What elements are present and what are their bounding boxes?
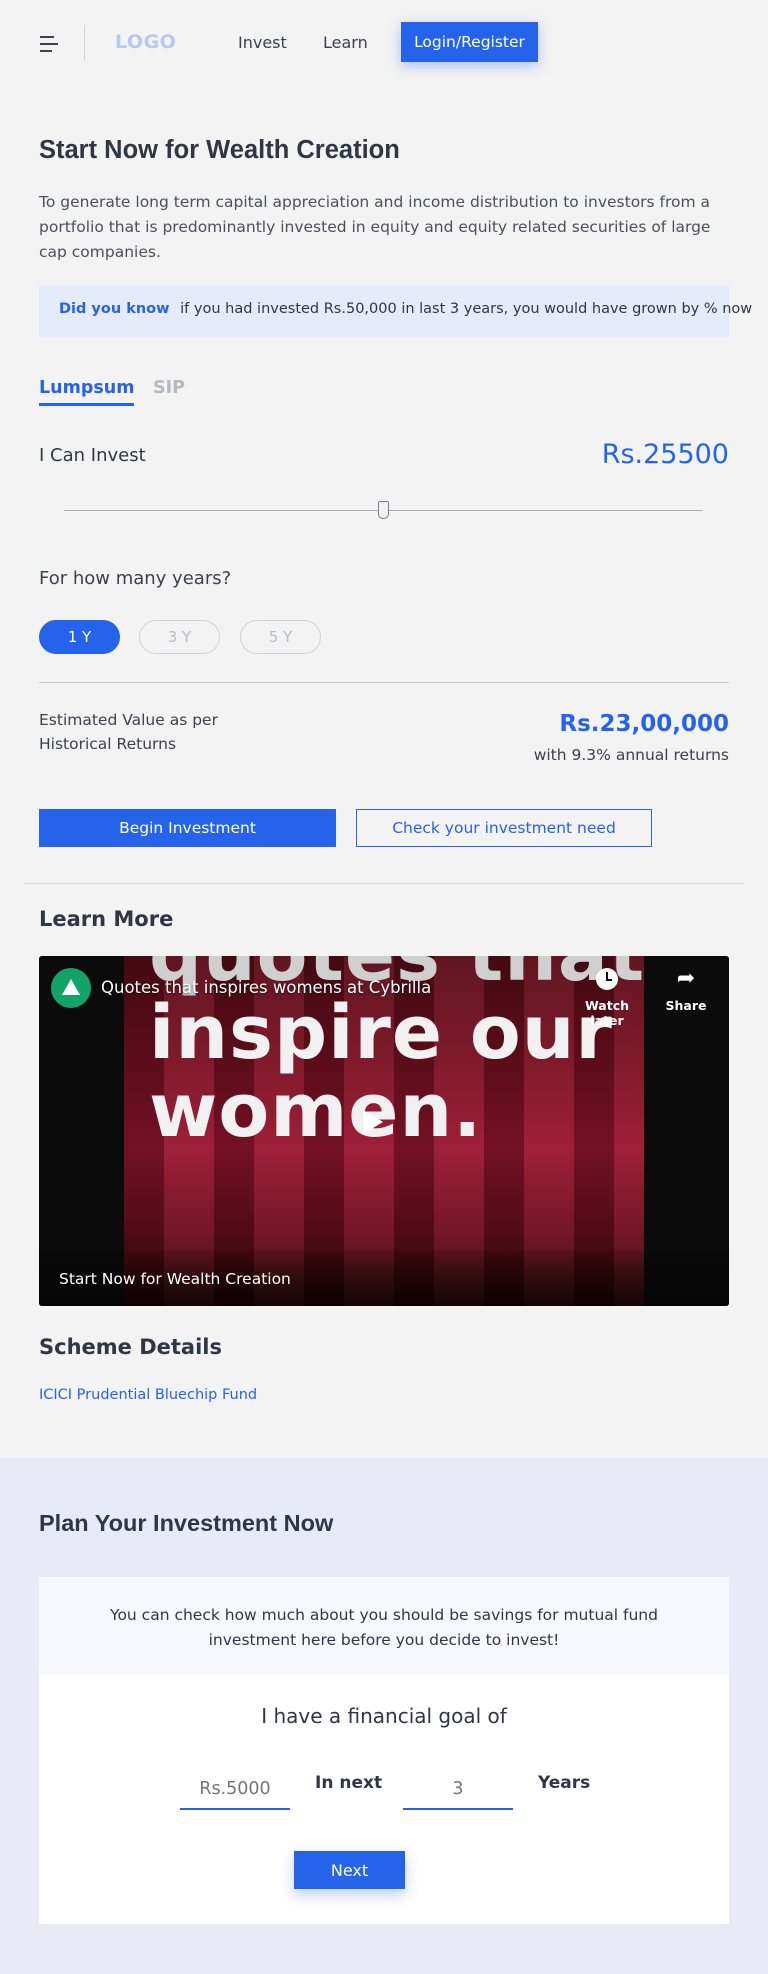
did-you-know-banner: Did you know if you had invested Rs.50,0… [39, 285, 752, 337]
share-label: Share [665, 998, 707, 1013]
amount-slider-handle[interactable] [377, 501, 389, 519]
did-you-know-label: Did you know [59, 301, 170, 317]
divider [39, 682, 729, 683]
video-caption: Start Now for Wealth Creation [59, 1270, 291, 1288]
financial-goal-label: I have a financial goal of [261, 1704, 507, 1728]
section-divider [24, 883, 744, 884]
plan-heading: Plan Your Investment Now [39, 1510, 334, 1536]
plan-intro: You can check how much about you should … [39, 1577, 729, 1675]
year-option-5y[interactable]: 5 Y [240, 620, 321, 654]
channel-avatar-icon[interactable] [51, 968, 91, 1008]
fund-description: To generate long term capital appreciati… [39, 193, 711, 261]
clock-icon [596, 968, 618, 990]
invest-label: I Can Invest [39, 445, 146, 466]
goal-years-input[interactable] [403, 1770, 513, 1810]
year-option-1y[interactable]: 1 Y [39, 620, 120, 654]
learn-more-heading: Learn More [39, 907, 174, 931]
annual-returns-text: with 9.3% annual returns [533, 746, 729, 764]
invest-amount: Rs.25500 [601, 439, 729, 470]
tab-sip[interactable]: SIP [153, 378, 185, 398]
share-button[interactable]: ➦ Share [656, 966, 716, 1014]
scheme-details-heading: Scheme Details [39, 1335, 222, 1359]
login-register-button[interactable]: Login/Register [401, 22, 538, 62]
fund-name-link[interactable]: ICICI Prudential Bluechip Fund [39, 1387, 257, 1403]
header: LOGO Invest Learn Login/Register [0, 0, 768, 86]
did-you-know-text: if you had invested Rs.50,000 in last 3 … [180, 301, 753, 317]
nav-invest[interactable]: Invest [238, 33, 287, 52]
watch-later-label: Watch later [584, 998, 630, 1028]
estimated-value-label: Estimated Value as per Historical Return… [39, 711, 218, 753]
video-player[interactable]: quotes that inspire our women. Quotes th… [39, 956, 729, 1306]
play-icon[interactable] [363, 1110, 383, 1134]
years-label: Years [538, 1773, 591, 1793]
year-option-3y[interactable]: 3 Y [139, 620, 220, 654]
logo[interactable]: LOGO [115, 31, 176, 53]
header-divider [84, 25, 85, 61]
video-overlay-text: inspire our [149, 990, 613, 1076]
page-title: Start Now for Wealth Creation [39, 136, 400, 164]
nav-learn[interactable]: Learn [323, 33, 368, 52]
estimated-value: Rs.23,00,000 [559, 711, 729, 737]
check-investment-need-button[interactable]: Check your investment need [356, 809, 652, 847]
video-title[interactable]: Quotes that inspires womens at Cybrilla [101, 978, 431, 997]
begin-investment-button[interactable]: Begin Investment [39, 809, 336, 847]
share-icon: ➦ [676, 966, 696, 991]
tab-lumpsum[interactable]: Lumpsum [39, 378, 135, 406]
menu-icon[interactable] [40, 36, 58, 52]
goal-amount-input[interactable] [180, 1770, 290, 1810]
years-label: For how many years? [39, 568, 232, 589]
next-button[interactable]: Next [294, 1851, 405, 1889]
in-next-label: In next [315, 1773, 383, 1793]
video-overlay-text: women. [149, 1068, 483, 1154]
watch-later-button[interactable]: Watch later [567, 968, 647, 1028]
